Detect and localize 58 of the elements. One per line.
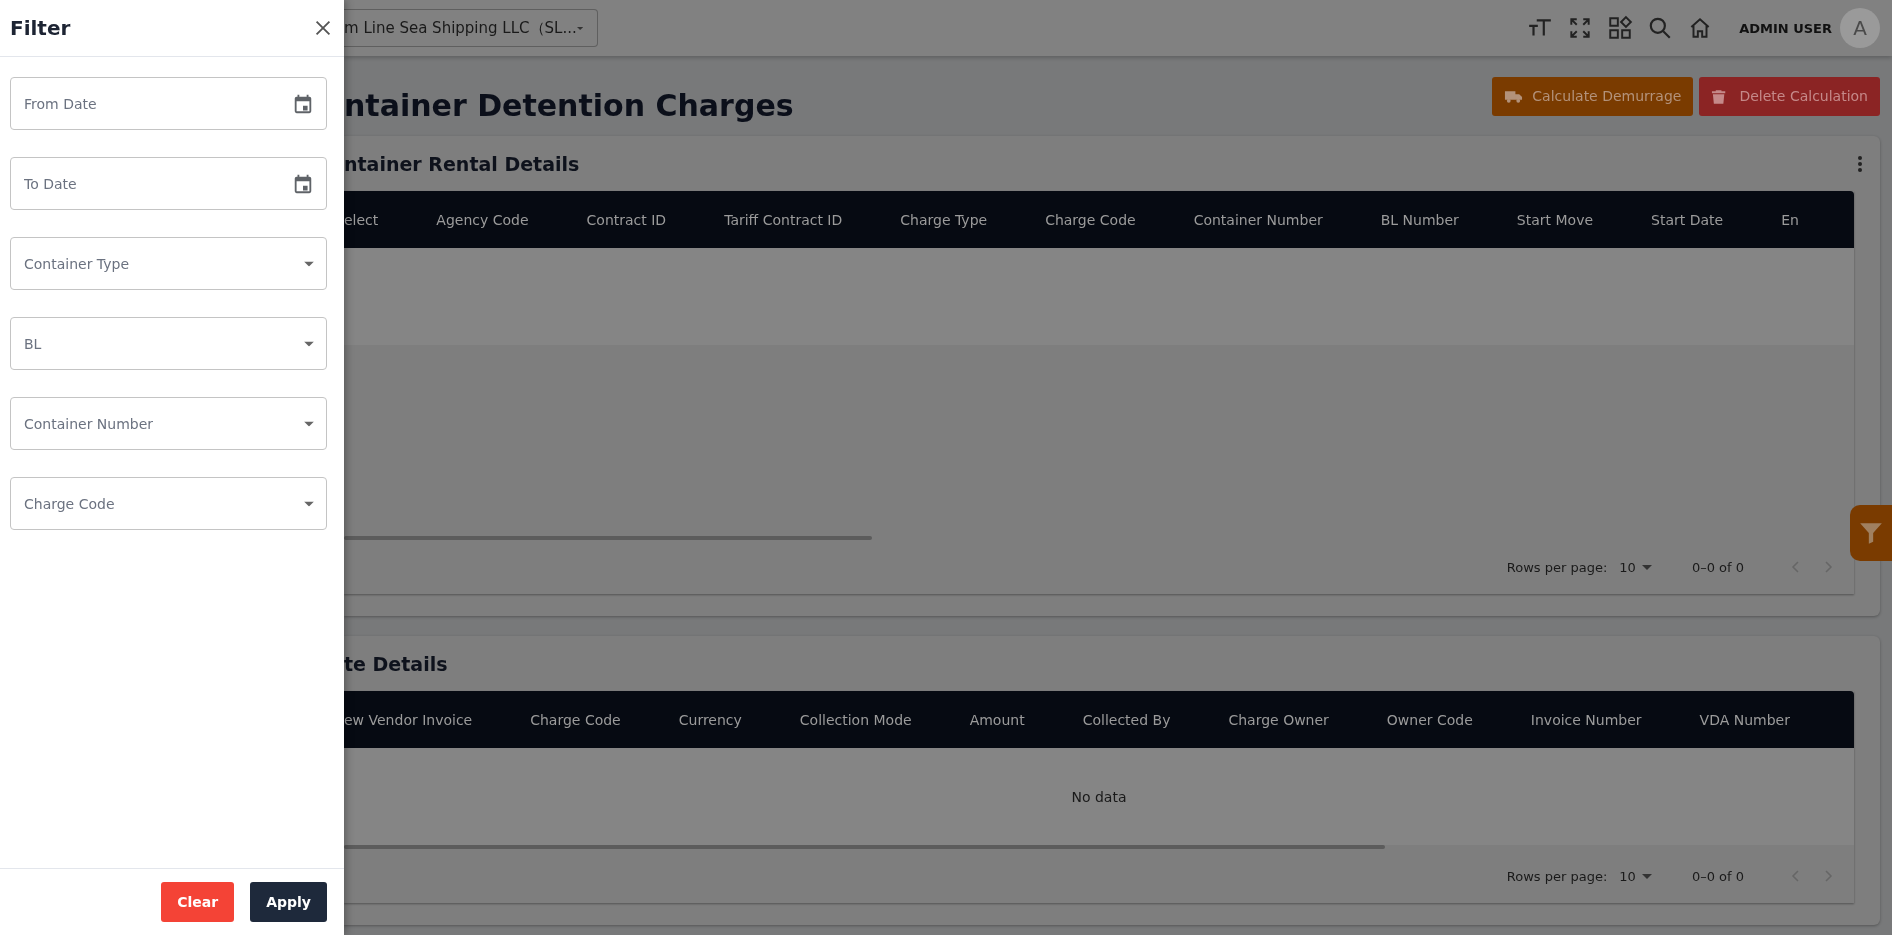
column-header: Charge Type xyxy=(900,211,988,228)
apply-button[interactable]: Apply xyxy=(250,882,327,922)
filter-button[interactable] xyxy=(1850,505,1892,561)
caret-icon[interactable] xyxy=(1641,564,1652,570)
column-header: Currency xyxy=(678,711,742,728)
page-title: ntainer Detention Charges xyxy=(344,87,794,123)
clear-button[interactable]: Clear xyxy=(161,882,235,922)
select-field[interactable]: Charge Code xyxy=(10,477,327,530)
drawer-title: Filter xyxy=(10,16,71,40)
date-field[interactable]: To Date xyxy=(10,157,327,210)
column-header: Owner Code xyxy=(1386,711,1473,728)
rows-per-page-label: Rows per page: xyxy=(1506,559,1608,575)
dropdown-caret-icon[interactable] xyxy=(304,341,314,346)
column-header: Amount xyxy=(969,711,1025,728)
column-header: Agency Code xyxy=(436,211,529,228)
column-header: Contract ID xyxy=(586,211,667,228)
dropdown-caret-icon[interactable] xyxy=(304,421,314,426)
caret-icon[interactable] xyxy=(576,25,583,31)
user-name[interactable]: ADMIN USER xyxy=(1739,20,1832,36)
column-header: Charge Owner xyxy=(1228,711,1329,728)
column-header: BL Number xyxy=(1380,211,1459,228)
page-range: 0–0 of 0 xyxy=(1691,868,1744,884)
column-header: Charge Code xyxy=(530,711,621,728)
column-header: Collected By xyxy=(1082,711,1171,728)
date-field[interactable]: From Date xyxy=(10,77,327,130)
column-header: VDA Number xyxy=(1699,711,1790,728)
rows-per-page-select[interactable]: 10 xyxy=(1619,868,1652,884)
column-header: Tariff Contract ID xyxy=(724,211,843,228)
card-title: te Details xyxy=(344,652,448,675)
select-field[interactable]: BL xyxy=(10,317,327,370)
horizontal-scrollbar[interactable] xyxy=(344,536,872,540)
column-header: Collection Mode xyxy=(799,711,912,728)
calendar-icon[interactable] xyxy=(292,172,314,195)
empty-message: No data xyxy=(1071,788,1127,805)
column-header: ew Vendor Invoice xyxy=(344,711,473,728)
dropdown-caret-icon[interactable] xyxy=(304,501,314,506)
calculate-button[interactable]: Calculate Demurrage xyxy=(1492,76,1694,116)
column-header: Invoice Number xyxy=(1530,711,1642,728)
card-title: ntainer Rental Details xyxy=(344,152,580,175)
select-field[interactable]: Container Number xyxy=(10,397,327,450)
rows-per-page-label: Rows per page: xyxy=(1506,868,1608,884)
column-header: Start Move xyxy=(1516,211,1594,228)
horizontal-scrollbar[interactable] xyxy=(344,845,1385,849)
column-header: Charge Code xyxy=(1045,211,1136,228)
user-avatar[interactable]: A xyxy=(1840,8,1880,48)
column-header: Start Date xyxy=(1651,211,1724,228)
select-field[interactable]: Container Type xyxy=(10,237,327,290)
caret-icon[interactable] xyxy=(1641,873,1652,879)
company-select[interactable]: m Line Sea Shipping LLC（SL... xyxy=(344,9,598,47)
dropdown-caret-icon[interactable] xyxy=(304,261,314,266)
widgets-icon[interactable] xyxy=(1607,15,1634,41)
delete-button[interactable]: Delete Calculation xyxy=(1699,76,1880,116)
rows-per-page-select[interactable]: 10 xyxy=(1619,559,1652,575)
page-range: 0–0 of 0 xyxy=(1691,559,1744,575)
column-header: elect xyxy=(344,211,379,228)
column-header: Container Number xyxy=(1193,211,1323,228)
calendar-icon[interactable] xyxy=(292,92,314,115)
column-header: En xyxy=(1781,211,1799,228)
